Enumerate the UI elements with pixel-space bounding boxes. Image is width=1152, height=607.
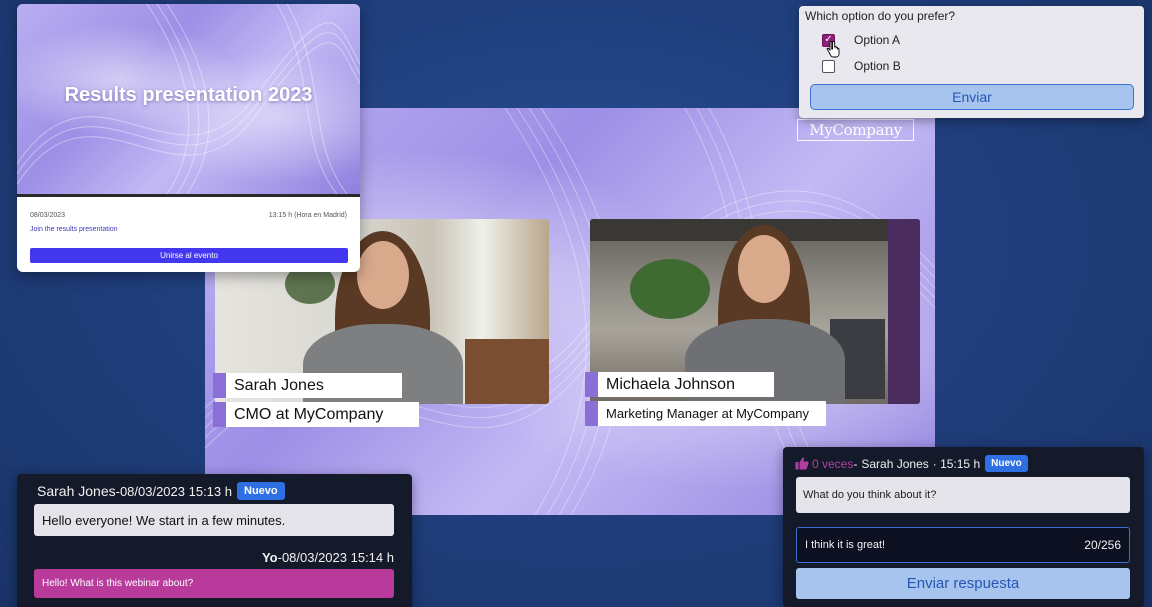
poll-question: Which option do you prefer? <box>805 9 956 23</box>
join-event-button[interactable]: Unirse al evento <box>30 248 348 263</box>
speaker-2-name: Michaela Johnson <box>598 372 774 397</box>
chat-message-2: Hello! What is this webinar about? <box>34 569 394 598</box>
qa-question: What do you think about it? <box>796 477 1130 513</box>
company-logo: MyCompany <box>797 119 914 141</box>
speaker-1-name: Sarah Jones <box>226 373 402 398</box>
event-title: Results presentation 2023 <box>64 84 313 106</box>
speaker-2-title-tag: Marketing Manager at MyCompany <box>585 401 826 426</box>
character-counter: 20/256 <box>1084 538 1121 552</box>
like-count: 0 veces <box>812 456 854 471</box>
new-badge: Nuevo <box>985 455 1028 472</box>
chat-panel: Sarah Jones -08/03/2023 15:13 h Nuevo He… <box>17 474 412 607</box>
speaker-2-name-tag: Michaela Johnson <box>585 372 774 397</box>
chat-datetime: -08/03/2023 15:13 h <box>115 483 232 499</box>
send-answer-button[interactable]: Enviar respuesta <box>796 568 1130 599</box>
chat-datetime: -08/03/2023 15:14 h <box>277 550 394 565</box>
poll-panel: Which option do you prefer? ✓ Option A O… <box>799 6 1144 118</box>
chat-message-1: Hello everyone! We start in a few minute… <box>34 504 394 536</box>
event-card: Results presentation 2023 08/03/2023 13:… <box>17 4 360 272</box>
separator: - <box>853 456 858 471</box>
event-footer: 08/03/2023 13:15 h (Hora en Madrid) Join… <box>17 194 360 272</box>
poll-submit-button[interactable]: Enviar <box>810 84 1134 110</box>
answer-input[interactable]: I think it is great! 20/256 <box>796 527 1130 563</box>
answer-input-value[interactable]: I think it is great! <box>805 539 1084 551</box>
speaker-1-title: CMO at MyCompany <box>226 402 419 427</box>
speaker-2-title: Marketing Manager at MyCompany <box>598 401 826 426</box>
qa-meta: 0 veces - Sarah Jones · 15:15 h Nuevo <box>795 455 1028 472</box>
chat-author-self: Yo <box>261 550 278 565</box>
checkbox-icon[interactable] <box>822 59 835 73</box>
event-date: 08/03/2023 <box>30 212 66 219</box>
poll-option-b-label: Option B <box>854 59 901 73</box>
speaker-1-title-tag: CMO at MyCompany <box>213 402 419 427</box>
event-banner: Results presentation 2023 <box>17 4 360 194</box>
chat-message-2-meta: Yo -08/03/2023 15:14 h <box>262 550 394 565</box>
poll-option-b[interactable]: Option B <box>822 59 901 73</box>
poll-option-a-label: Option A <box>854 33 901 47</box>
thumbs-up-icon[interactable] <box>795 457 809 470</box>
new-badge: Nuevo <box>237 482 285 500</box>
hand-cursor-icon <box>826 41 840 58</box>
qa-time: · 15:15 h <box>932 456 981 471</box>
event-join-link[interactable]: Join the results presentation <box>30 226 118 233</box>
speaker-1-name-tag: Sarah Jones <box>213 373 402 398</box>
chat-author: Sarah Jones <box>37 483 116 499</box>
event-time: 13:15 h (Hora en Madrid) <box>268 212 347 219</box>
qa-panel: 0 veces - Sarah Jones · 15:15 h Nuevo Wh… <box>783 447 1144 607</box>
chat-message-1-meta: Sarah Jones -08/03/2023 15:13 h Nuevo <box>37 482 285 500</box>
qa-author: Sarah Jones <box>861 456 929 471</box>
